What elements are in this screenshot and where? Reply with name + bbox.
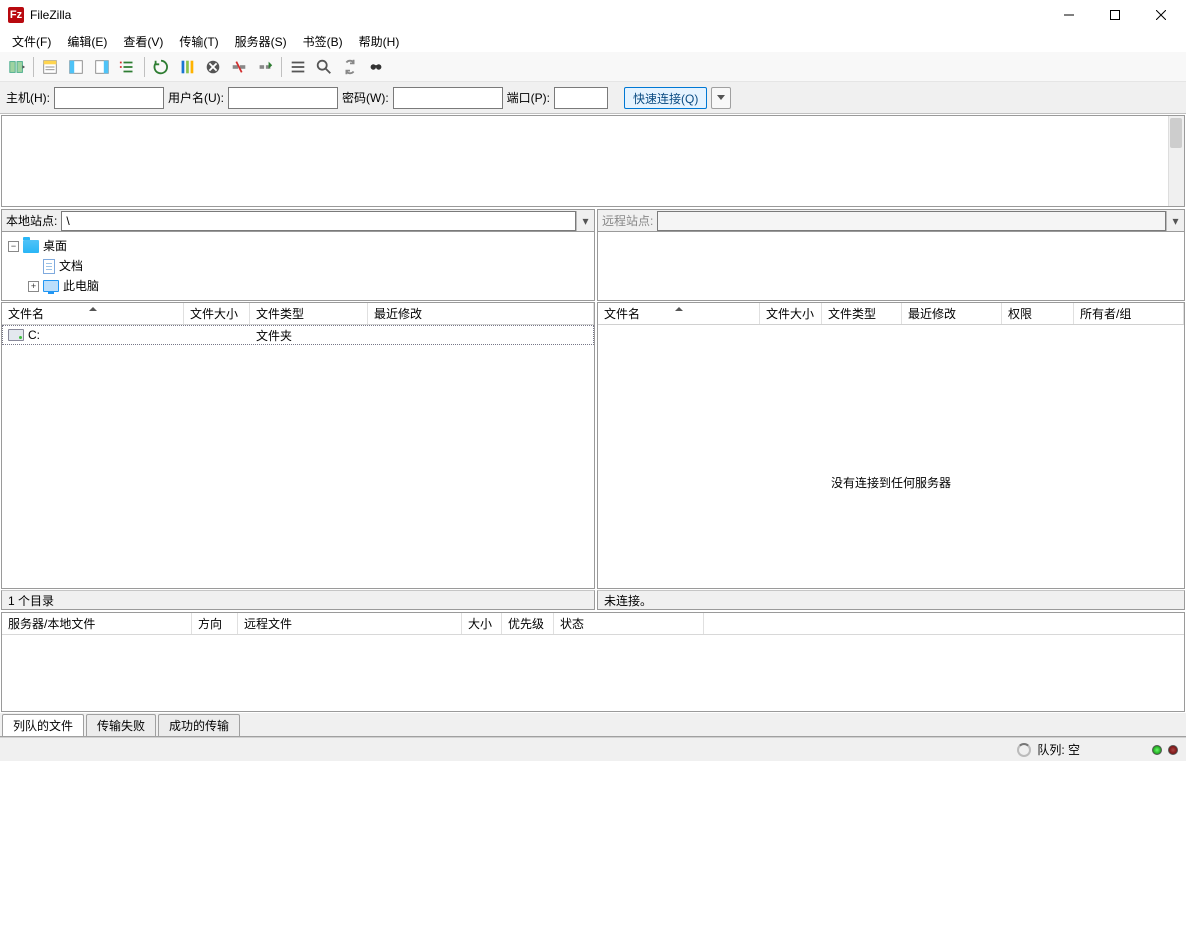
tree-label: 此电脑 <box>63 276 99 296</box>
qcol-remote[interactable]: 远程文件 <box>238 613 462 634</box>
tab-queued[interactable]: 列队的文件 <box>2 714 84 736</box>
rcol-filename[interactable]: 文件名 <box>598 303 760 324</box>
col-modified[interactable]: 最近修改 <box>368 303 594 324</box>
expander-plus-icon[interactable]: + <box>28 281 39 292</box>
host-label: 主机(H): <box>6 89 50 106</box>
site-manager-button[interactable] <box>5 55 29 79</box>
led-download-icon <box>1152 745 1162 755</box>
expander-minus-icon[interactable]: − <box>8 241 19 252</box>
remote-site-dropdown[interactable]: ▾ <box>1166 211 1184 231</box>
activity-indicator-icon <box>1017 743 1031 757</box>
col-filesize[interactable]: 文件大小 <box>184 303 250 324</box>
local-site-dropdown[interactable]: ▾ <box>576 211 594 231</box>
port-input[interactable] <box>554 87 608 109</box>
local-status: 1 个目录 <box>1 590 595 610</box>
menu-view[interactable]: 查看(V) <box>115 31 171 52</box>
qcol-direction[interactable]: 方向 <box>192 613 238 634</box>
remote-site-input <box>657 211 1166 231</box>
compare-button[interactable] <box>312 55 336 79</box>
menu-edit[interactable]: 编辑(E) <box>59 31 115 52</box>
pass-input[interactable] <box>393 87 503 109</box>
menu-help[interactable]: 帮助(H) <box>351 31 408 52</box>
local-site-bar: 本地站点: ▾ <box>1 209 595 231</box>
folder-icon <box>23 240 39 253</box>
maximize-button[interactable] <box>1092 0 1138 30</box>
remote-file-list[interactable]: 文件名 文件大小 文件类型 最近修改 权限 所有者/组 没有连接到任何服务器 <box>597 302 1185 589</box>
message-log[interactable] <box>1 115 1185 207</box>
pc-icon <box>43 280 59 292</box>
remote-empty-message: 没有连接到任何服务器 <box>598 325 1184 589</box>
search-button[interactable] <box>364 55 388 79</box>
titlebar: Fz FileZilla <box>0 0 1186 30</box>
local-site-input[interactable] <box>61 211 576 231</box>
tab-success[interactable]: 成功的传输 <box>158 714 240 736</box>
message-log-scrollbar[interactable] <box>1168 116 1184 206</box>
reconnect-button[interactable] <box>253 55 277 79</box>
col-filetype[interactable]: 文件类型 <box>250 303 368 324</box>
local-tree[interactable]: − 桌面 文档 <box>1 231 595 301</box>
toolbar <box>0 52 1186 82</box>
rcol-perm[interactable]: 权限 <box>1002 303 1074 324</box>
statusbar: 队列: 空 <box>0 737 1186 761</box>
app-logo-icon: Fz <box>8 7 24 23</box>
port-label: 端口(P): <box>507 89 550 106</box>
menu-transfer[interactable]: 传输(T) <box>171 31 226 52</box>
tree-label: 文档 <box>59 256 83 276</box>
tree-item-documents[interactable]: 文档 <box>28 256 588 276</box>
user-label: 用户名(U): <box>168 89 224 106</box>
local-file-list[interactable]: 文件名 文件大小 文件类型 最近修改 C: 文件夹 <box>1 302 595 589</box>
file-name: C: <box>28 328 40 342</box>
menu-bookmarks[interactable]: 书签(B) <box>295 31 351 52</box>
quickconnect-dropdown[interactable] <box>711 87 731 109</box>
quickconnect-button[interactable]: 快速连接(Q) <box>624 87 707 109</box>
tree-item-desktop[interactable]: − 桌面 <box>8 236 588 256</box>
rcol-owner[interactable]: 所有者/组 <box>1074 303 1184 324</box>
queue-tabs: 列队的文件 传输失败 成功的传输 <box>0 713 1186 737</box>
menu-file[interactable]: 文件(F) <box>4 31 59 52</box>
refresh-button[interactable] <box>149 55 173 79</box>
queue-status-label: 队列: 空 <box>1037 741 1080 758</box>
document-icon <box>43 259 55 274</box>
file-type: 文件夹 <box>250 327 368 344</box>
menu-server[interactable]: 服务器(S) <box>227 31 295 52</box>
transfer-queue[interactable]: 服务器/本地文件 方向 远程文件 大小 优先级 状态 <box>1 612 1185 712</box>
host-input[interactable] <box>54 87 164 109</box>
cancel-button[interactable] <box>201 55 225 79</box>
user-input[interactable] <box>228 87 338 109</box>
col-filename[interactable]: 文件名 <box>2 303 184 324</box>
sync-browse-button[interactable] <box>338 55 362 79</box>
qcol-status[interactable]: 状态 <box>554 613 704 634</box>
remote-status: 未连接。 <box>597 590 1185 610</box>
filter-button[interactable] <box>286 55 310 79</box>
disconnect-button[interactable] <box>227 55 251 79</box>
toggle-local-tree-button[interactable] <box>64 55 88 79</box>
qcol-size[interactable]: 大小 <box>462 613 502 634</box>
tree-label: 桌面 <box>43 236 67 256</box>
rcol-filesize[interactable]: 文件大小 <box>760 303 822 324</box>
file-row[interactable]: C: 文件夹 <box>2 325 594 345</box>
app-title: FileZilla <box>30 8 1046 22</box>
tree-item-thispc[interactable]: + 此电脑 <box>28 276 588 296</box>
close-button[interactable] <box>1138 0 1184 30</box>
toggle-log-button[interactable] <box>38 55 62 79</box>
tab-failed[interactable]: 传输失败 <box>86 714 156 736</box>
remote-tree[interactable] <box>597 231 1185 301</box>
menubar: 文件(F) 编辑(E) 查看(V) 传输(T) 服务器(S) 书签(B) 帮助(… <box>0 30 1186 52</box>
expander-none <box>28 261 39 272</box>
remote-site-bar: 远程站点: ▾ <box>597 209 1185 231</box>
qcol-server[interactable]: 服务器/本地文件 <box>2 613 192 634</box>
rcol-modified[interactable]: 最近修改 <box>902 303 1002 324</box>
quickconnect-bar: 主机(H): 用户名(U): 密码(W): 端口(P): 快速连接(Q) <box>0 82 1186 114</box>
qcol-priority[interactable]: 优先级 <box>502 613 554 634</box>
remote-site-label: 远程站点: <box>598 212 657 229</box>
local-site-label: 本地站点: <box>2 212 61 229</box>
pass-label: 密码(W): <box>342 89 389 106</box>
led-upload-icon <box>1168 745 1178 755</box>
toggle-queue-button[interactable] <box>116 55 140 79</box>
minimize-button[interactable] <box>1046 0 1092 30</box>
process-queue-button[interactable] <box>175 55 199 79</box>
rcol-filetype[interactable]: 文件类型 <box>822 303 902 324</box>
toggle-remote-tree-button[interactable] <box>90 55 114 79</box>
drive-icon <box>8 329 24 341</box>
